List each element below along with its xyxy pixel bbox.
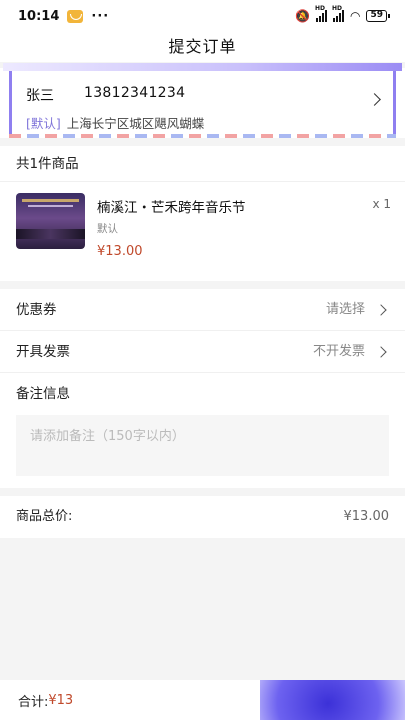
goods-spec: 默认: [97, 223, 118, 235]
address-contact: 张三 13812341234: [26, 85, 393, 105]
chevron-right-icon: [375, 303, 387, 316]
summary-section: 商品总价: ¥13.00: [0, 496, 405, 538]
invoice-row[interactable]: 开具发票 不开发票: [0, 331, 405, 373]
goods-thumbnail: [16, 193, 85, 249]
goods-total-value: ¥13.00: [343, 509, 390, 524]
goods-section: 共1件商品 楠溪江・芒禾跨年音乐节 默认 ¥13.00 x 1: [0, 146, 405, 281]
goods-item: 楠溪江・芒禾跨年音乐节 默认 ¥13.00 x 1: [0, 182, 405, 281]
address-section: 张三 13812341234 [默认] 上海长宁区城区飓风蝴蝶: [0, 63, 405, 138]
default-tag: [默认]: [26, 116, 61, 131]
submit-order-button[interactable]: [260, 680, 405, 720]
total-amount: ¥13: [48, 692, 74, 708]
address-phone: 13812341234: [84, 85, 186, 101]
goods-count: 共1件商品: [0, 146, 405, 182]
address-name: 张三: [26, 88, 54, 104]
goods-title: 楠溪江・芒禾跨年音乐节: [97, 200, 246, 216]
invoice-label: 开具发票: [16, 343, 70, 360]
more-notifications-icon: ···: [91, 8, 110, 24]
mute-icon: 🔕: [295, 9, 310, 23]
options-section: 优惠券 请选择 开具发票 不开发票 备注信息: [0, 289, 405, 488]
coupon-label: 优惠券: [16, 301, 57, 318]
address-divider-stripes: [9, 134, 396, 138]
goods-info: 楠溪江・芒禾跨年音乐节 默认 ¥13.00 x 1: [97, 193, 391, 269]
address-card[interactable]: 张三 13812341234 [默认] 上海长宁区城区飓风蝴蝶: [3, 63, 402, 134]
goods-quantity: x 1: [372, 197, 391, 211]
status-right: 🔕 HD HD ◠ 59: [295, 5, 390, 23]
invoice-value: 不开发票: [312, 343, 365, 359]
coupon-value: 请选择: [325, 301, 365, 317]
status-time: 10:14: [18, 8, 60, 24]
submit-button-graphic: [260, 680, 405, 720]
chevron-right-icon: [375, 345, 387, 358]
coupon-row[interactable]: 优惠券 请选择: [0, 289, 405, 331]
wifi-icon: ◠: [349, 9, 361, 23]
remark-section: 备注信息: [0, 373, 405, 488]
signal-icon-2: HD: [332, 5, 344, 22]
total-label: 合计:: [18, 694, 49, 710]
app-notification-icon: [67, 9, 84, 23]
remark-label: 备注信息: [16, 386, 70, 402]
remark-input[interactable]: [16, 415, 389, 476]
battery-icon: 59: [366, 10, 390, 22]
goods-total-label: 商品总价:: [16, 509, 73, 524]
status-bar: 10:14 ··· 🔕 HD HD ◠ 59: [0, 0, 405, 32]
signal-icon: HD: [315, 5, 327, 22]
goods-total-row: 商品总价: ¥13.00: [0, 496, 405, 538]
bottom-bar: 合计: ¥13: [0, 680, 405, 720]
goods-price: ¥13.00: [97, 244, 143, 259]
address-detail-line: [默认] 上海长宁区城区飓风蝴蝶: [26, 113, 393, 132]
address-detail: 上海长宁区城区飓风蝴蝶: [66, 116, 205, 131]
page-title: 提交订单: [0, 32, 405, 62]
